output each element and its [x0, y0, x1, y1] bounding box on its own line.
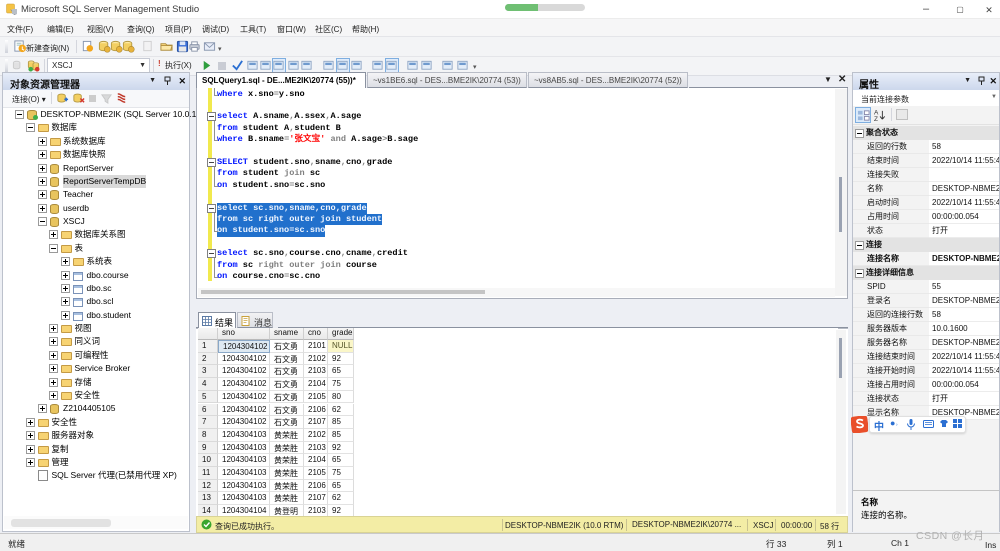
svg-text:Z: Z	[874, 116, 878, 122]
